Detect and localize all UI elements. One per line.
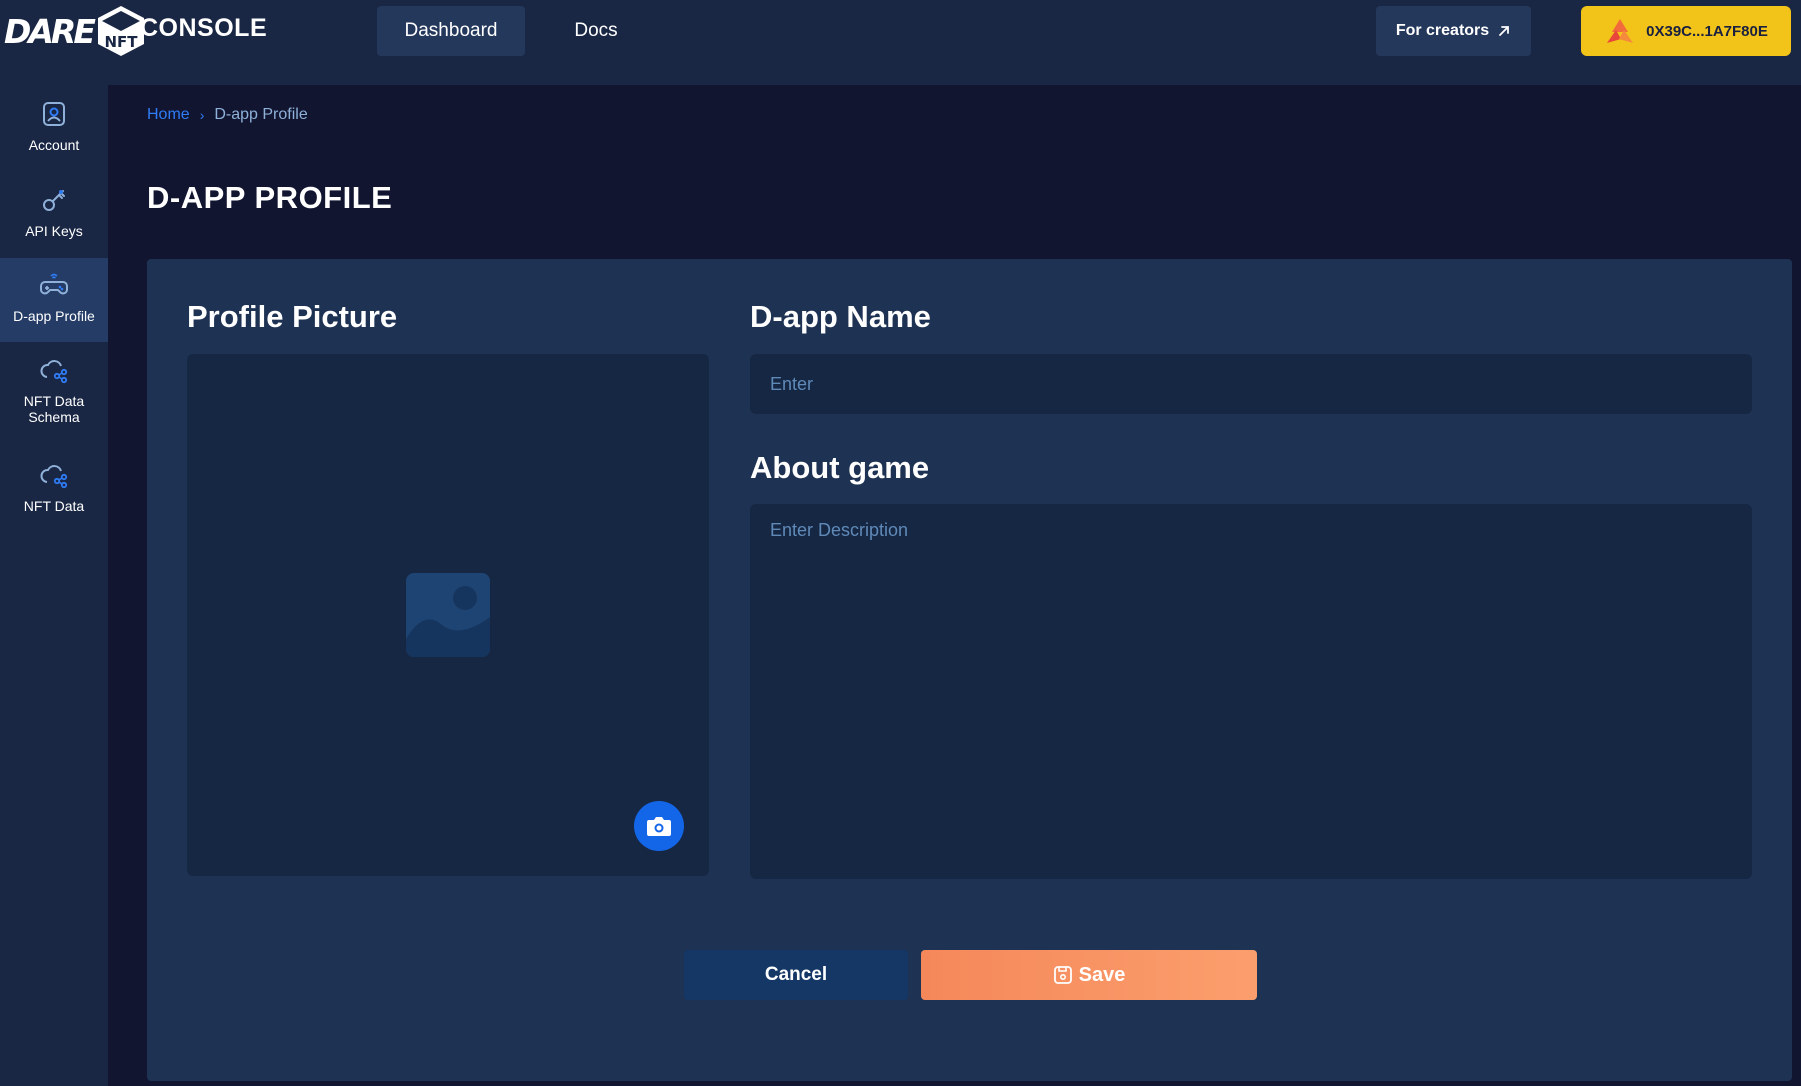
key-icon — [43, 190, 65, 211]
console-title: CONSOLE — [140, 14, 268, 42]
gamepad-icon — [40, 273, 68, 295]
page-title: D-APP PROFILE — [147, 180, 393, 215]
profile-picture-heading: Profile Picture — [187, 299, 398, 334]
breadcrumb: Home › D-app Profile — [147, 106, 308, 124]
breadcrumb-current: D-app Profile — [214, 106, 308, 123]
sidebar: Account API Keys D-app Profile NFT Data … — [0, 85, 108, 1086]
account-icon — [43, 102, 65, 126]
sidebar-item-label: NFT Data Schema — [23, 393, 85, 425]
save-label: Save — [1078, 963, 1126, 986]
breadcrumb-home-link[interactable]: Home — [147, 106, 190, 124]
cloud-share-icon — [40, 360, 68, 384]
sidebar-item-label: D-app Profile — [13, 308, 95, 324]
sidebar-item-api-keys[interactable]: API Keys — [0, 185, 108, 257]
chevron-right-icon: › — [199, 107, 205, 123]
image-placeholder-icon — [406, 573, 490, 657]
dapp-profile-form: Profile Picture D-app Name About game Ca… — [147, 259, 1792, 1081]
sidebar-item-label: API Keys — [25, 223, 83, 239]
nav-docs[interactable]: Docs — [551, 6, 641, 56]
wallet-logo-icon — [1607, 19, 1634, 43]
for-creators-label: For creators — [1395, 22, 1490, 39]
for-creators-button[interactable]: For creators — [1376, 6, 1531, 56]
camera-icon — [647, 817, 671, 836]
nav-dashboard[interactable]: Dashboard — [377, 6, 525, 56]
external-link-arrow-icon — [1499, 26, 1510, 36]
sidebar-item-nft-data-schema[interactable]: NFT Data Schema — [0, 355, 108, 447]
profile-picture-upload-area[interactable] — [187, 354, 709, 876]
upload-photo-button[interactable] — [634, 801, 684, 851]
save-icon — [1053, 966, 1072, 984]
wallet-address: 0X39C...1A7F80E — [1646, 22, 1768, 40]
sidebar-item-dapp-profile[interactable]: D-app Profile — [0, 258, 108, 342]
sidebar-item-label: NFT Data — [23, 498, 85, 514]
svg-text:NFT: NFT — [104, 33, 138, 51]
sidebar-item-nft-data[interactable]: NFT Data — [0, 460, 108, 532]
wallet-button[interactable]: 0X39C...1A7F80E — [1581, 6, 1791, 56]
dare-nft-logo[interactable]: DARE NFT — [4, 4, 149, 58]
cloud-share-icon — [40, 465, 68, 489]
cancel-button[interactable]: Cancel — [684, 950, 908, 1000]
dapp-name-heading: D-app Name — [750, 299, 931, 334]
about-game-heading: About game — [750, 450, 930, 485]
top-bar: DARE NFT CONSOLE Dashboard Docs For crea… — [0, 0, 1801, 85]
sidebar-item-account[interactable]: Account — [0, 99, 108, 171]
dapp-name-input[interactable] — [750, 354, 1752, 414]
about-game-textarea[interactable] — [750, 504, 1752, 879]
save-button[interactable]: Save — [921, 950, 1257, 1000]
logo-text: DARE — [4, 11, 96, 51]
sidebar-item-label: Account — [28, 137, 80, 153]
